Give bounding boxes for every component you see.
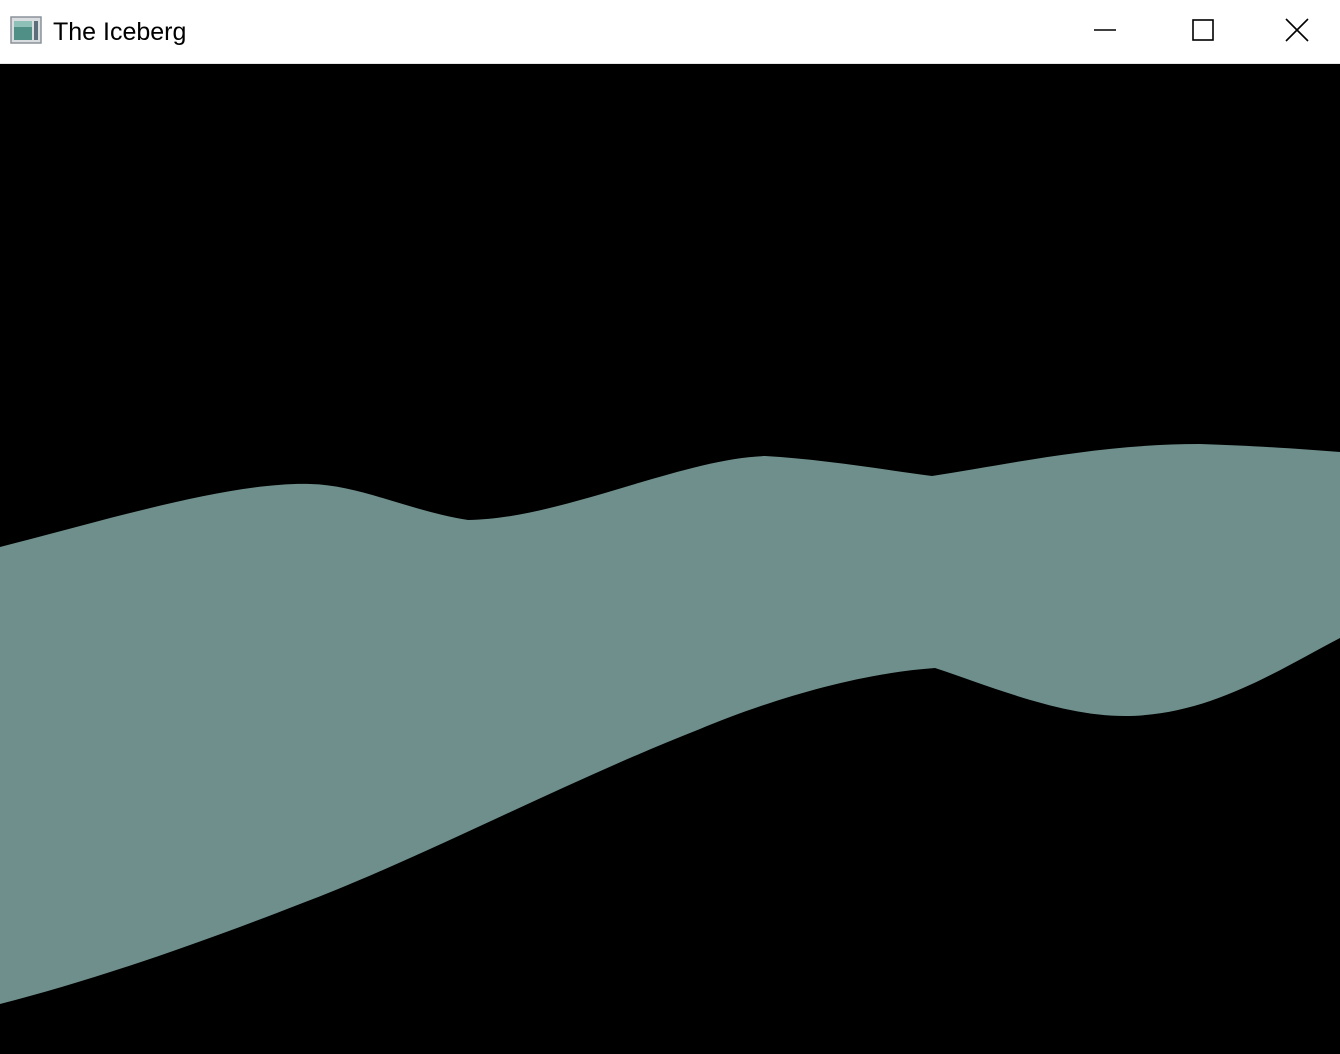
close-button[interactable] [1253,0,1340,64]
minimize-icon [1093,18,1117,47]
game-viewport[interactable] [0,64,1340,1054]
game-window: The Iceberg [0,0,1340,1054]
title-bar[interactable]: The Iceberg [0,0,1340,64]
minimize-button[interactable] [1055,0,1155,64]
maximize-icon [1191,18,1215,47]
window-title: The Iceberg [53,18,187,46]
app-window-icon [10,16,42,44]
scene-canvas [0,64,1340,1054]
maximize-button[interactable] [1153,0,1253,64]
close-icon [1284,17,1310,48]
